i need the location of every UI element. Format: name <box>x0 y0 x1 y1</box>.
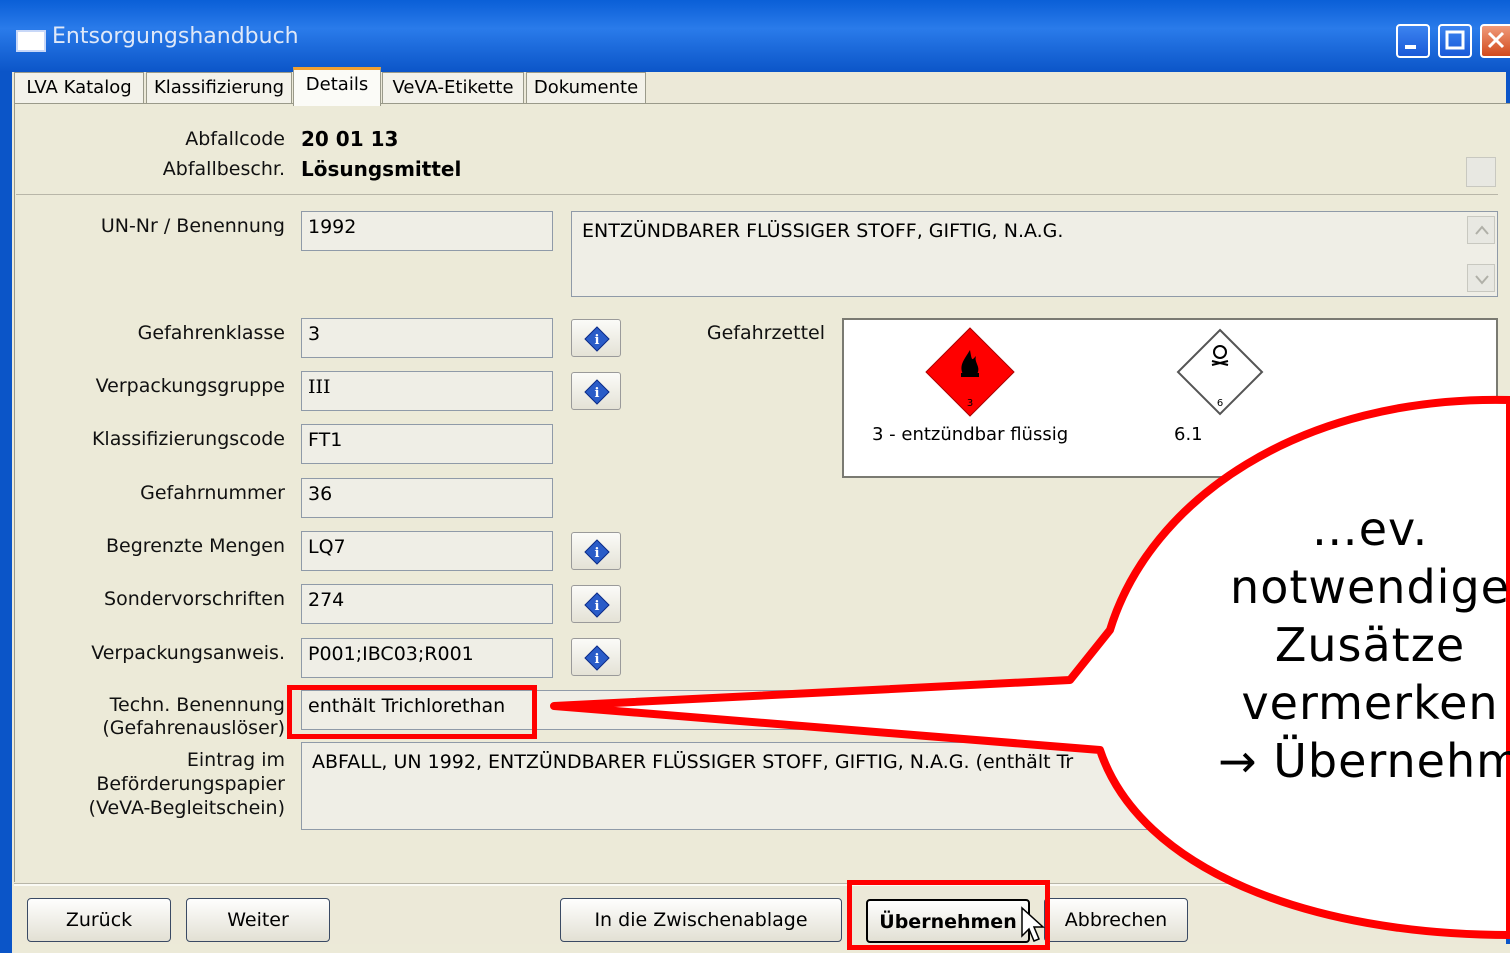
eintrag-label-line3: (VeVA-Begleitschein) <box>88 797 285 819</box>
gefahrenklasse-label: Gefahrenklasse <box>137 322 285 344</box>
hazard-number-6: 6 <box>1217 398 1223 409</box>
title-bar[interactable]: Entsorgungshandbuch <box>0 0 1510 72</box>
info-verpackungsgruppe-button[interactable]: i <box>571 372 621 410</box>
flammable-hazard-icon: 3 <box>925 327 1015 417</box>
hazard-caption-flammable: 3 - entzündbar flüssig <box>872 424 1069 445</box>
callout-line-4: vermerken <box>1241 676 1499 730</box>
info-icon: i <box>584 326 610 352</box>
app-icon <box>16 30 46 52</box>
svg-text:i: i <box>595 546 600 561</box>
abfallbeschr-label: Abfallbeschr. <box>162 158 285 180</box>
gefahrnummer-input[interactable]: 36 <box>301 478 553 518</box>
scroll-down-icon[interactable] <box>1467 264 1495 292</box>
tab-lva-katalog[interactable]: LVA Katalog <box>14 72 144 103</box>
info-gefahrenklasse-button[interactable]: i <box>571 319 621 357</box>
maximize-icon[interactable] <box>1438 24 1472 58</box>
minimize-icon[interactable] <box>1396 24 1430 58</box>
highlight-techn-benennung <box>287 685 537 739</box>
gefahrenklasse-input[interactable]: 3 <box>301 318 553 358</box>
weiter-button[interactable]: Weiter <box>186 898 330 942</box>
klassifizierungscode-label: Klassifizierungscode <box>91 428 285 450</box>
techn-benennung-label: Techn. Benennung (Gefahrenauslöser) <box>60 694 285 740</box>
callout-line-2: notwendige <box>1230 560 1510 614</box>
svg-text:i: i <box>595 386 600 401</box>
eintrag-label-line1: Eintrag im <box>186 749 285 771</box>
tab-dokumente[interactable]: Dokumente <box>526 72 646 103</box>
info-begrenzte-mengen-button[interactable]: i <box>571 532 621 570</box>
info-icon: i <box>584 645 610 671</box>
abfallcode-label: Abfallcode <box>185 128 285 150</box>
hazard-number-3: 3 <box>967 398 973 409</box>
info-icon: i <box>584 592 610 618</box>
hazard-caption-toxic: 6.1 <box>1174 424 1203 445</box>
klassifizierungscode-input[interactable]: FT1 <box>301 424 553 464</box>
callout-line-5: → Übernehm <box>1218 734 1510 788</box>
un-nr-input[interactable]: 1992 <box>301 211 553 251</box>
gefahrzettel-box: 3 3 - entzündbar flüssig 6 6.1 <box>842 318 1498 478</box>
window-frame-left <box>0 72 12 953</box>
gefahrzettel-label: Gefahrzettel <box>706 322 825 344</box>
techn-label-line2: (Gefahrenauslöser) <box>102 717 285 739</box>
abbrechen-button[interactable]: Abbrechen <box>1044 898 1188 942</box>
benennung-textarea[interactable]: ENTZÜNDBARER FLÜSSIGER STOFF, GIFTIG, N.… <box>571 211 1498 297</box>
eintrag-label: Eintrag im Beförderungspapier (VeVA-Begl… <box>60 748 285 820</box>
tab-details[interactable]: Details <box>293 67 381 106</box>
scroll-up-icon[interactable] <box>1467 216 1495 244</box>
toxic-hazard-icon: 6 <box>1176 328 1264 416</box>
info-icon: i <box>584 379 610 405</box>
panel-scroll-button[interactable] <box>1466 157 1496 187</box>
svg-text:i: i <box>595 333 600 348</box>
svg-text:i: i <box>595 652 600 667</box>
callout-text: …ev. notwendige Zusätze vermerken → Über… <box>1130 500 1510 790</box>
techn-label-line1: Techn. Benennung <box>109 694 285 716</box>
begrenzte-mengen-input[interactable]: LQ7 <box>301 531 553 571</box>
verpackungsanweis-label: Verpackungsanweis. <box>91 642 285 664</box>
highlight-uebernehmen <box>847 880 1050 950</box>
sondervorschriften-label: Sondervorschriften <box>104 588 285 610</box>
window-bottom-strip <box>14 944 1510 953</box>
tab-klassifizierung[interactable]: Klassifizierung <box>146 72 292 103</box>
header-divider <box>16 194 1498 195</box>
callout-line-3: Zusätze <box>1274 618 1466 672</box>
un-label: UN-Nr / Benennung <box>100 215 285 237</box>
tab-veva-etikette[interactable]: VeVA-Etikette <box>382 72 524 103</box>
tab-strip: LVA Katalog Klassifizierung Details VeVA… <box>12 67 1510 106</box>
svg-text:i: i <box>595 599 600 614</box>
verpackungsgruppe-input[interactable]: III <box>301 371 553 411</box>
close-icon[interactable] <box>1480 24 1510 58</box>
verpackungsgruppe-label: Verpackungsgruppe <box>95 375 285 397</box>
abfallcode-value: 20 01 13 <box>301 127 399 151</box>
button-bar-divider <box>14 883 1510 886</box>
info-icon: i <box>584 539 610 565</box>
window-title: Entsorgungshandbuch <box>52 24 299 49</box>
benennung-text: ENTZÜNDBARER FLÜSSIGER STOFF, GIFTIG, N.… <box>582 220 1064 242</box>
abfallbeschr-value: Lösungsmittel <box>301 157 462 181</box>
zurueck-button[interactable]: Zurück <box>27 898 171 942</box>
info-verpackungsanweis-button[interactable]: i <box>571 638 621 676</box>
gefahrnummer-label: Gefahrnummer <box>140 482 285 504</box>
callout-line-1: …ev. <box>1311 502 1429 556</box>
eintrag-label-line2: Beförderungspapier <box>96 773 285 795</box>
begrenzte-mengen-label: Begrenzte Mengen <box>106 535 285 557</box>
sondervorschriften-input[interactable]: 274 <box>301 584 553 624</box>
zwischenablage-button[interactable]: In die Zwischenablage <box>560 898 842 942</box>
verpackungsanweis-input[interactable]: P001;IBC03;R001 <box>301 638 553 678</box>
info-sondervorschriften-button[interactable]: i <box>571 585 621 623</box>
